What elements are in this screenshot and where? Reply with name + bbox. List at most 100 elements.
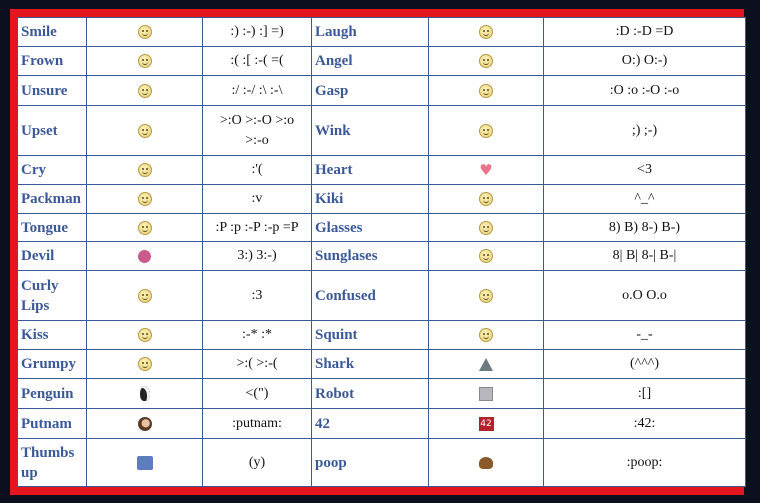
emoticon-code: :( :[ :-( =( xyxy=(202,46,312,76)
emoticon-code: :-* :* xyxy=(202,320,312,350)
tongue-icon xyxy=(137,220,152,235)
emoticon-icon-cell xyxy=(428,349,544,379)
emoticon-icon-cell xyxy=(86,184,203,214)
table-row: Curly Lips:3 Confused o.O O.o xyxy=(17,270,746,321)
sunglasses-icon xyxy=(479,249,493,264)
emoticon-name: Robot xyxy=(311,378,429,409)
emoticon-code: :[] xyxy=(543,378,746,409)
emoticon-name: Squint xyxy=(311,320,429,350)
table-row: Smile :) :-) :] =) Laugh :D :-D =D xyxy=(17,17,746,47)
emoticon-name: Kiss xyxy=(17,320,87,350)
emoticon-name: Laugh xyxy=(311,17,429,47)
table-row: Tongue:P :p :-P :-p =P Glasses 8) B) 8-) B… xyxy=(17,213,746,242)
emoticon-code: ^_^ xyxy=(543,184,746,214)
emoticon-name: Putnam xyxy=(17,408,87,439)
emoticon-name: Tongue xyxy=(17,213,87,242)
emoticon-icon-cell xyxy=(86,46,203,76)
emoticon-name: Heart xyxy=(311,155,429,185)
poop-icon xyxy=(479,456,493,469)
squint-icon xyxy=(479,328,493,343)
emoticon-icon-cell xyxy=(428,241,544,271)
emoticon-name: Sunglases xyxy=(311,241,429,271)
emoticon-code: >:O >:-O >:o >:-o xyxy=(202,105,312,156)
42-icon: 42 xyxy=(478,416,494,431)
emoticon-name: Gasp xyxy=(311,75,429,106)
emoticon-name: Smile xyxy=(17,17,87,47)
emoticon-name: Packman xyxy=(17,184,87,214)
laugh-icon xyxy=(479,25,493,40)
emoticon-name: Shark xyxy=(311,349,429,379)
table-row: Upset >:O >:-O >:o >:-o Wink ;) ;-) xyxy=(17,105,746,156)
emoticon-name: Angel xyxy=(311,46,429,76)
emoticon-code: :v xyxy=(202,184,312,214)
emoticon-code: ;) ;-) xyxy=(543,105,746,156)
emoticon-code: (y) xyxy=(202,438,312,487)
emoticon-icon-cell xyxy=(86,17,203,47)
emoticon-name: Frown xyxy=(17,46,87,76)
page-frame: Smile :) :-) :] =) Laugh :D :-D =D Frown :( :… xyxy=(10,9,746,495)
emoticon-code: :) :-) :] =) xyxy=(202,17,312,47)
emoticon-code: 3:) 3:-) xyxy=(202,241,312,271)
emoticon-name: Glasses xyxy=(311,213,429,242)
emoticon-code: :42: xyxy=(543,408,746,439)
emoticon-code: :putnam: xyxy=(202,408,312,439)
emoticon-icon-cell xyxy=(86,75,203,106)
emoticon-icon-cell xyxy=(428,270,544,321)
penguin-icon xyxy=(139,386,150,402)
cry-icon xyxy=(137,163,152,178)
emoticon-icon-cell xyxy=(86,378,203,409)
glasses-icon xyxy=(479,220,493,235)
emoticon-code: o.O O.o xyxy=(543,270,746,321)
emoticon-icon-cell xyxy=(428,320,544,350)
emoticon-code: :poop: xyxy=(543,438,746,487)
emoticon-icon-cell xyxy=(86,438,203,487)
emoticon-code: (^^^) xyxy=(543,349,746,379)
emoticon-icon-cell xyxy=(86,270,203,321)
packman-icon xyxy=(137,192,152,207)
shark-icon xyxy=(479,357,493,371)
emoticon-code: 8| B| 8-| B-| xyxy=(543,241,746,271)
table-row: Frown :( :[ :-( =(Angel O:) O:-) xyxy=(17,46,746,76)
emoticon-code: :O :o :-O :-o xyxy=(543,75,746,106)
emoticon-icon-cell xyxy=(86,213,203,242)
emoticon-icon-cell xyxy=(86,320,203,350)
emoticon-icon-cell xyxy=(428,105,544,156)
emoticon-icon-cell xyxy=(428,75,544,106)
emoticon-code: :'( xyxy=(202,155,312,185)
emoticon-name: Confused xyxy=(311,270,429,321)
emoticon-icon-cell xyxy=(428,17,544,47)
frown-icon xyxy=(137,54,152,69)
emoticon-code: O:) O:-) xyxy=(543,46,746,76)
emoticon-code: >:( >:-( xyxy=(202,349,312,379)
smile-icon xyxy=(137,25,152,40)
table-row: Kiss:-* :* Squint -_- xyxy=(17,320,746,350)
emoticon-table: Smile :) :-) :] =) Laugh :D :-D =D Frown :( :… xyxy=(17,17,746,487)
curly-lips-icon xyxy=(137,288,152,303)
emoticon-code: <3 xyxy=(543,155,746,185)
gasp-icon xyxy=(479,83,493,98)
emoticon-code: <(") xyxy=(202,378,312,409)
table-row: Cry :'(Heart ♥ <3 xyxy=(17,155,746,185)
emoticon-name: Cry xyxy=(17,155,87,185)
table-row: Packman:v Kiki ^_^ xyxy=(17,184,746,214)
heart-icon: ♥ xyxy=(479,161,493,180)
thumbs-up-icon xyxy=(136,455,153,470)
emoticon-icon-cell xyxy=(428,378,544,409)
emoticon-icon-cell xyxy=(86,241,203,271)
emoticon-icon-cell xyxy=(428,438,544,487)
wink-icon xyxy=(479,123,493,138)
emoticon-code: :/ :-/ :\ :-\ xyxy=(202,75,312,106)
table-row: Devil 3:) 3:-) Sunglases 8| B| 8-| B-| xyxy=(17,241,746,271)
emoticon-icon-cell xyxy=(428,184,544,214)
table-row: Putnam:putnam: 42 42:42: xyxy=(17,408,746,439)
emoticon-name: 42 xyxy=(311,408,429,439)
emoticon-icon-cell: ♥ xyxy=(428,155,544,185)
emoticon-icon-cell xyxy=(86,155,203,185)
emoticon-icon-cell: 42 xyxy=(428,408,544,439)
kiki-icon xyxy=(479,192,493,207)
table-row: Penguin <(") Robot:[] xyxy=(17,378,746,409)
emoticon-code: :D :-D =D xyxy=(543,17,746,47)
emoticon-name: Upset xyxy=(17,105,87,156)
emoticon-name: Unsure xyxy=(17,75,87,106)
emoticon-name: Wink xyxy=(311,105,429,156)
